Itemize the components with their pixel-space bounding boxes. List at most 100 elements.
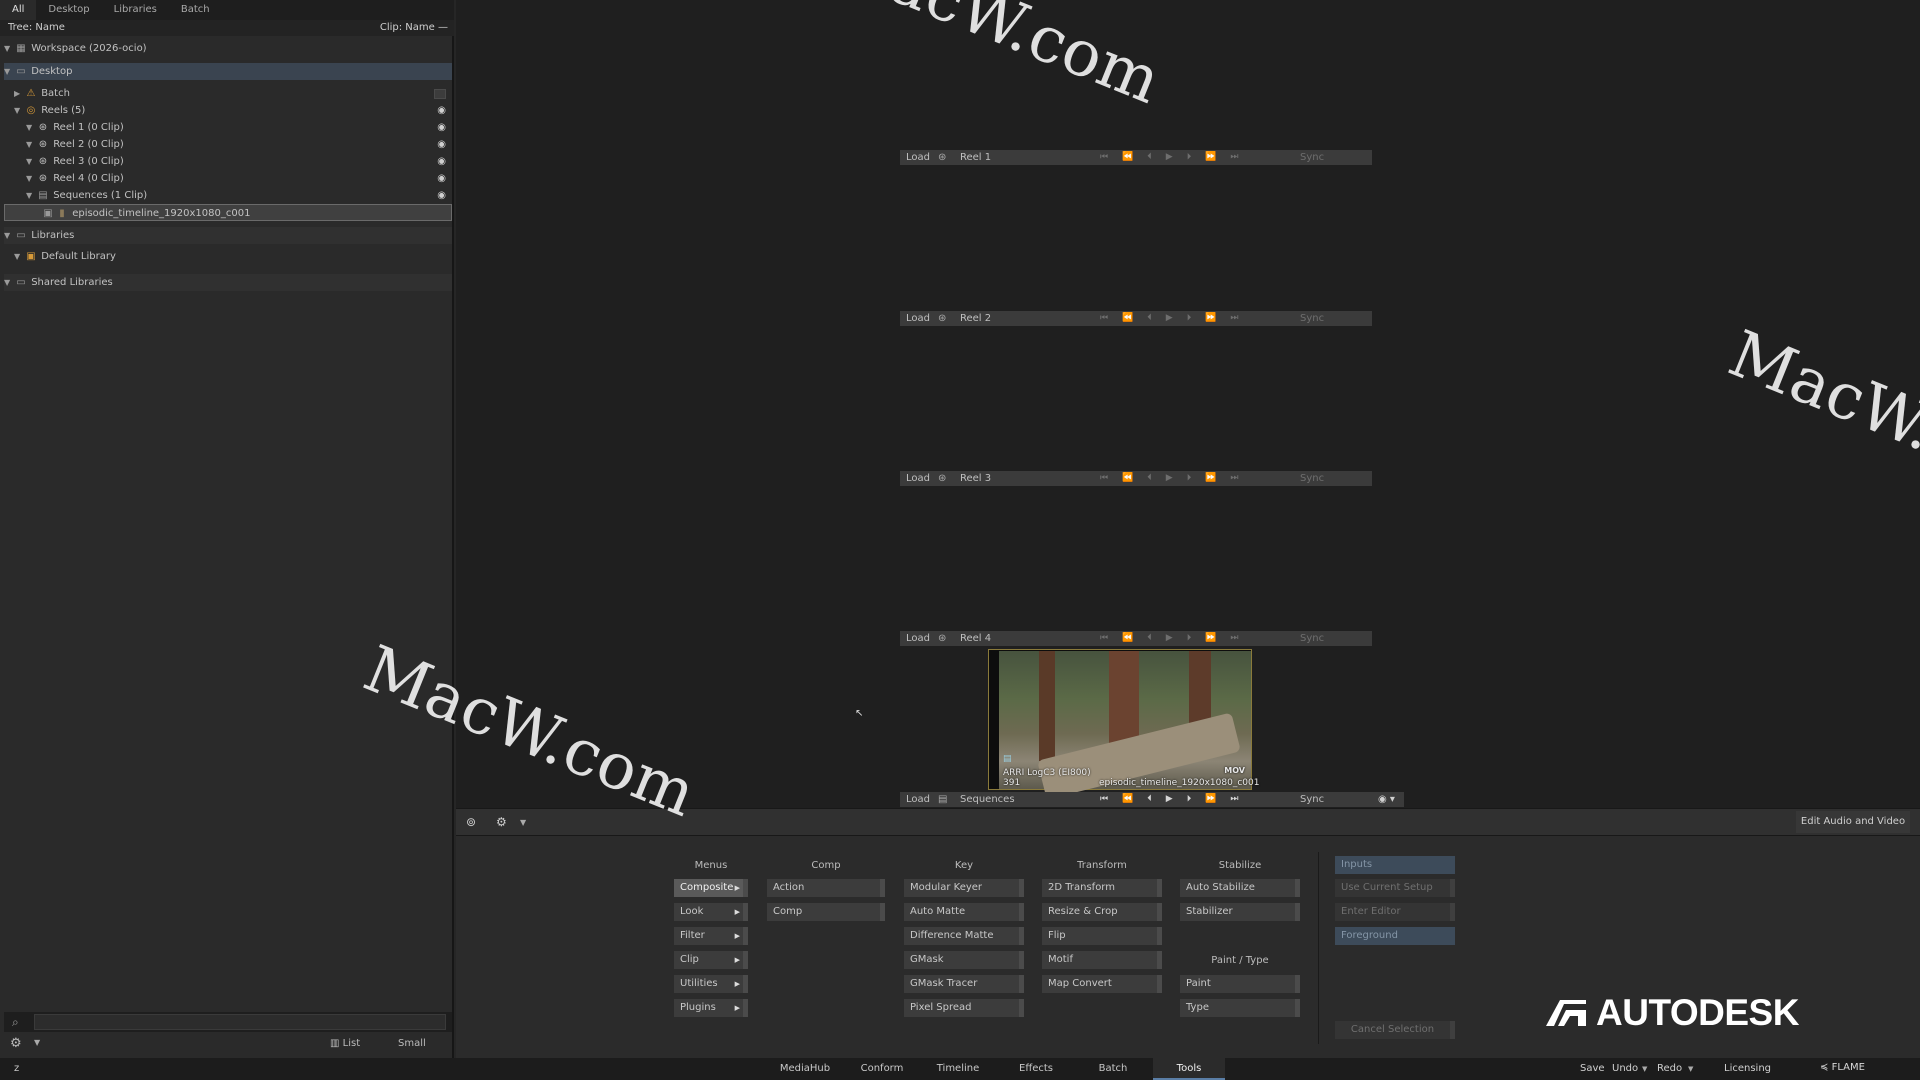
redo-button[interactable]: Redo [1657, 1063, 1682, 1074]
tree-item-reel3[interactable]: ▼ ⊛ Reel 3 (0 Clip) ◉ [26, 153, 452, 170]
expand-triangle-icon[interactable]: ▼ [26, 187, 36, 204]
sync-button[interactable]: Sync [1300, 471, 1324, 486]
load-button[interactable]: Load [906, 471, 930, 486]
target-icon[interactable]: ⊚ [466, 815, 476, 829]
tab-desktop[interactable]: Desktop [36, 0, 101, 20]
tree-item-reel4[interactable]: ▼ ⊛ Reel 4 (0 Clip) ◉ [26, 170, 452, 187]
2d-transform-button[interactable]: 2D Transform [1042, 879, 1162, 897]
transport-controls[interactable]: ⏮⏪⏴▶⏵⏩⏭ [1100, 792, 1253, 807]
search-input[interactable] [34, 1014, 446, 1030]
redo-dropdown-icon[interactable]: ▼ [1688, 1065, 1693, 1073]
tab-timeline[interactable]: Timeline [930, 1058, 986, 1080]
map-convert-button[interactable]: Map Convert [1042, 975, 1162, 993]
eye-icon[interactable]: ◉ [437, 187, 446, 204]
chevron-down-icon[interactable]: ▼ [520, 818, 526, 827]
eye-icon[interactable]: ◉ [437, 102, 446, 119]
licensing-button[interactable]: Licensing [1724, 1063, 1771, 1074]
tab-libraries[interactable]: Libraries [102, 0, 169, 20]
load-button[interactable]: Load [906, 150, 930, 165]
tree-item-workspace[interactable]: ▼ ▦ Workspace (2026-ocio) [4, 40, 452, 57]
transport-controls[interactable]: ⏮⏪⏴▶⏵⏩⏭ [1100, 471, 1253, 486]
gear-icon[interactable]: ⚙ [10, 1036, 22, 1051]
resize-crop-button[interactable]: Resize & Crop [1042, 903, 1162, 921]
tree-item-clip[interactable]: ▣ ▮ episodic_timeline_1920x1080_c001 [4, 204, 452, 221]
inputs-button[interactable]: Inputs [1335, 856, 1455, 874]
difference-matte-button[interactable]: Difference Matte [904, 927, 1024, 945]
menu-look-button[interactable]: Look ▶ [674, 903, 748, 921]
edit-audio-video-button[interactable]: Edit Audio and Video [1796, 811, 1910, 833]
tab-mediahub[interactable]: MediaHub [777, 1058, 833, 1080]
load-button[interactable]: Load [906, 792, 930, 807]
auto-stabilize-button[interactable]: Auto Stabilize [1180, 879, 1300, 897]
tree-name-sort[interactable]: Tree: Name [8, 20, 65, 36]
motif-button[interactable]: Motif [1042, 951, 1162, 969]
cancel-selection-button[interactable]: Cancel Selection [1335, 1021, 1455, 1039]
expand-triangle-icon[interactable]: ▼ [4, 227, 14, 244]
tab-effects[interactable]: Effects [1008, 1058, 1064, 1080]
tab-batch[interactable]: Batch [1085, 1058, 1141, 1080]
tab-conform[interactable]: Conform [854, 1058, 910, 1080]
expand-triangle-icon[interactable]: ▼ [26, 153, 36, 170]
tree-item-libraries[interactable]: ▼ ▭ Libraries [4, 227, 452, 244]
stabilizer-button[interactable]: Stabilizer [1180, 903, 1300, 921]
sync-button[interactable]: Sync [1300, 150, 1324, 165]
type-button[interactable]: Type [1180, 999, 1300, 1017]
expand-triangle-icon[interactable]: ▼ [26, 170, 36, 187]
gear-icon[interactable]: ⚙ [496, 815, 507, 829]
undo-button[interactable]: Undo [1612, 1063, 1638, 1074]
action-button[interactable]: Action [767, 879, 885, 897]
eye-icon[interactable]: ◉ [437, 136, 446, 153]
pixel-spread-button[interactable]: Pixel Spread [904, 999, 1024, 1017]
foreground-button[interactable]: Foreground [1335, 927, 1455, 945]
chevron-down-icon[interactable]: ▼ [34, 1038, 40, 1047]
menu-utilities-button[interactable]: Utilities ▶ [674, 975, 748, 993]
enter-editor-button[interactable]: Enter Editor [1335, 903, 1455, 921]
menu-plugins-button[interactable]: Plugins ▶ [674, 999, 748, 1017]
transport-controls[interactable]: ⏮⏪⏴▶⏵⏩⏭ [1100, 631, 1253, 646]
tree-item-reel1[interactable]: ▼ ⊛ Reel 1 (0 Clip) ◉ [26, 119, 452, 136]
sync-button[interactable]: Sync [1300, 631, 1324, 646]
expand-triangle-icon[interactable]: ▶ [14, 85, 24, 102]
transport-controls[interactable]: ⏮⏪⏴▶⏵⏩⏭ [1100, 311, 1253, 326]
save-button[interactable]: Save [1580, 1063, 1605, 1074]
expand-triangle-icon[interactable]: ▼ [4, 274, 14, 291]
tree-item-batch[interactable]: ▶ ⚠ Batch [14, 85, 452, 102]
comp-button[interactable]: Comp [767, 903, 885, 921]
tab-all[interactable]: All [0, 0, 37, 20]
expand-triangle-icon[interactable]: ▼ [14, 102, 24, 119]
eye-icon[interactable]: ◉ [437, 170, 446, 187]
expand-triangle-icon[interactable]: ▼ [26, 136, 36, 153]
menu-filter-button[interactable]: Filter ▶ [674, 927, 748, 945]
visibility-toggle[interactable] [434, 89, 446, 99]
tree-item-reel2[interactable]: ▼ ⊛ Reel 2 (0 Clip) ◉ [26, 136, 452, 153]
list-view-button[interactable]: ▥ List [330, 1038, 360, 1049]
paint-button[interactable]: Paint [1180, 975, 1300, 993]
menu-clip-button[interactable]: Clip ▶ [674, 951, 748, 969]
tab-batch[interactable]: Batch [169, 0, 222, 20]
eye-icon[interactable]: ◉ ▾ [1378, 792, 1395, 807]
sync-button[interactable]: Sync [1300, 311, 1324, 326]
expand-triangle-icon[interactable]: ▼ [4, 40, 14, 57]
sync-button[interactable]: Sync [1300, 792, 1324, 807]
tab-tools[interactable]: Tools [1153, 1058, 1225, 1080]
load-button[interactable]: Load [906, 311, 930, 326]
gmask-button[interactable]: GMask [904, 951, 1024, 969]
size-button[interactable]: Small [398, 1038, 426, 1049]
clip-name-sort[interactable]: Clip: Name — [380, 20, 448, 36]
modular-keyer-button[interactable]: Modular Keyer [904, 879, 1024, 897]
expand-triangle-icon[interactable]: ▼ [14, 248, 24, 265]
clip-thumbnail[interactable]: ▤ ARRI LogC3 (EI800) 391 episodic_timeli… [988, 649, 1259, 800]
expand-triangle-icon[interactable]: ▼ [4, 63, 14, 80]
eye-icon[interactable]: ◉ [437, 119, 446, 136]
auto-matte-button[interactable]: Auto Matte [904, 903, 1024, 921]
transport-controls[interactable]: ⏮⏪⏴▶⏵⏩⏭ [1100, 150, 1253, 165]
tree-item-desktop[interactable]: ▼ ▭ Desktop [4, 63, 452, 80]
flip-button[interactable]: Flip [1042, 927, 1162, 945]
load-button[interactable]: Load [906, 631, 930, 646]
tree-item-default-library[interactable]: ▼ ▣ Default Library [14, 248, 452, 265]
tree-item-sequences[interactable]: ▼ ▤ Sequences (1 Clip) ◉ [26, 187, 452, 204]
tree-item-reels[interactable]: ▼ ◎ Reels (5) ◉ [14, 102, 452, 119]
undo-dropdown-icon[interactable]: ▼ [1642, 1065, 1647, 1073]
flame-product-label[interactable]: ≼ FLAME [1820, 1062, 1865, 1073]
tree-item-shared-libraries[interactable]: ▼ ▭ Shared Libraries [4, 274, 452, 291]
